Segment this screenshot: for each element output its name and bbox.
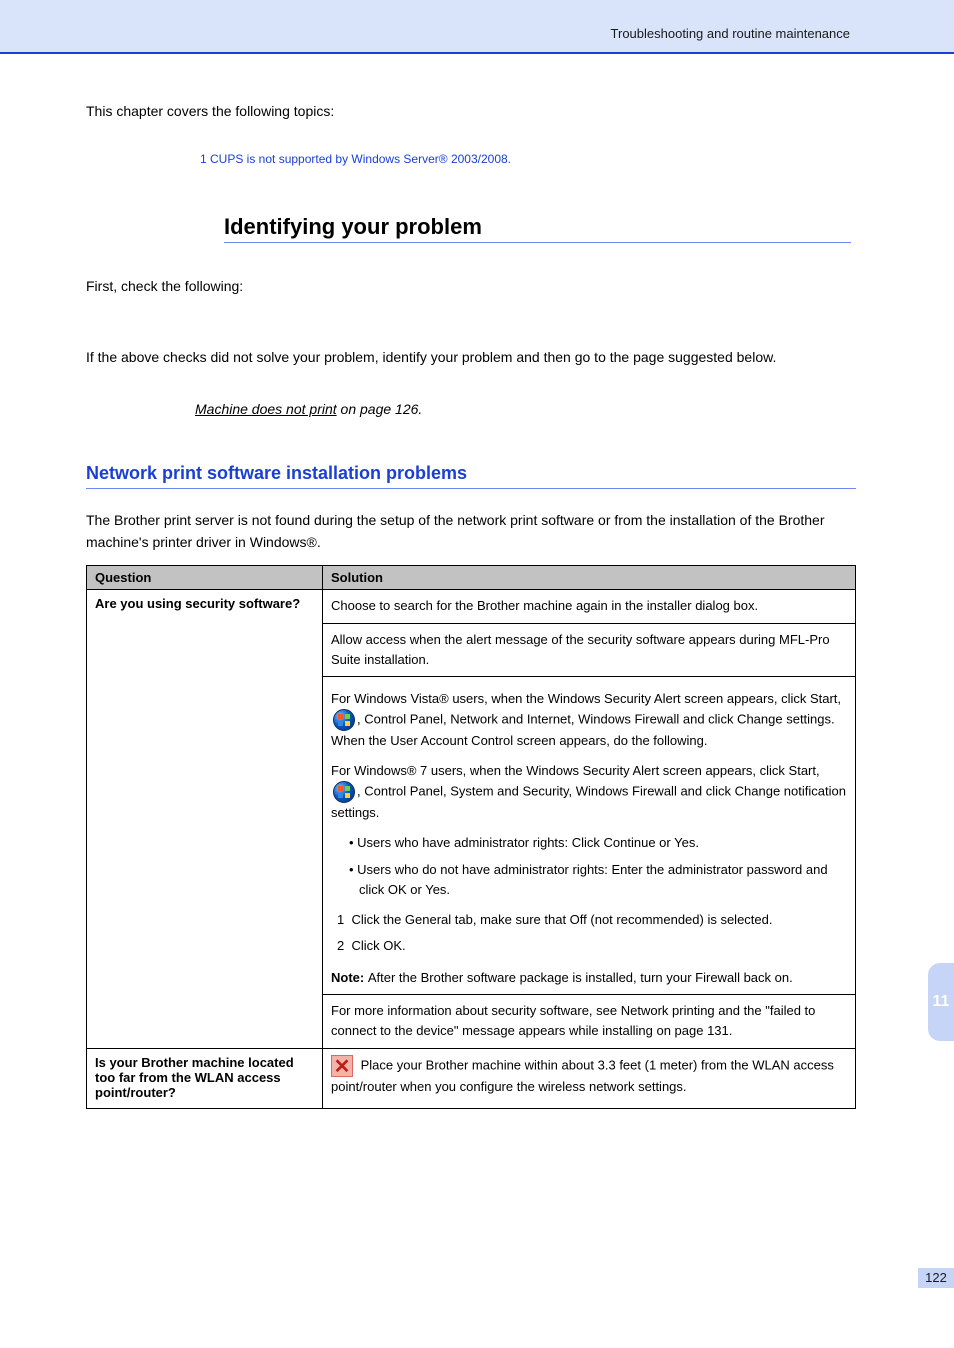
- table-row: Is your Brother machine located too far …: [87, 1048, 856, 1108]
- win7-line-1b: Control Panel, System and Security, Wind…: [331, 784, 846, 821]
- solution-text: Choose to search for the Brother machine…: [331, 596, 847, 616]
- section-xref: Machine does not print on page 126.: [195, 398, 856, 421]
- page-content: This chapter covers the following topics…: [86, 100, 856, 1109]
- table-row: Are you using security software? Choose …: [87, 590, 856, 623]
- subsection-title: Network print software installation prob…: [86, 463, 856, 489]
- vista-line-1: For Windows Vista® users, when the Windo…: [331, 691, 841, 706]
- subsection-intro: The Brother print server is not found du…: [86, 509, 856, 554]
- section-body: First, check the following: If the above…: [86, 275, 856, 420]
- solution-cell: For more information about security soft…: [323, 995, 856, 1048]
- solution-text: Allow access when the alert message of t…: [331, 630, 847, 670]
- section-line1: First, check the following:: [86, 275, 856, 298]
- step-item: 1 Click the General tab, make sure that …: [337, 910, 847, 930]
- page-number: 122: [918, 1268, 954, 1288]
- windows-orb-icon: [333, 709, 355, 731]
- section-line2: If the above checks did not solve your p…: [86, 346, 856, 369]
- bullet-item: • Users who do not have administrator ri…: [349, 860, 847, 900]
- error-x-icon: ✕: [331, 1055, 353, 1077]
- vista-line-1b: Control Panel, Network and Internet, Win…: [331, 711, 835, 748]
- solution-cell: Allow access when the alert message of t…: [323, 623, 856, 676]
- diagnostic-table: Question Solution Are you using security…: [86, 565, 856, 1108]
- win7-line-1: For Windows® 7 users, when the Windows S…: [331, 763, 820, 778]
- solution-cell: ✕ Place your Brother machine within abou…: [323, 1048, 856, 1108]
- question-title: Is your Brother machine located too far …: [95, 1055, 314, 1100]
- side-tab: 11: [928, 963, 954, 1041]
- step-item: 2 Click OK.: [337, 936, 847, 956]
- footnote-text: 1 CUPS is not supported by Windows Serve…: [200, 152, 511, 166]
- solution-cell: Choose to search for the Brother machine…: [323, 590, 856, 623]
- solution-text: Place your Brother machine within about …: [331, 1057, 834, 1094]
- question-cell: Are you using security software?: [87, 590, 323, 1048]
- page-header-text: Troubleshooting and routine maintenance: [611, 26, 850, 41]
- table-head-question: Question: [87, 566, 323, 590]
- intro-paragraph: This chapter covers the following topics…: [86, 100, 856, 122]
- windows-orb-icon: [333, 781, 355, 803]
- xref-underline: Machine does not print: [195, 401, 337, 417]
- bullet-item: • Users who have administrator rights: C…: [349, 833, 847, 853]
- solution-text: For more information about security soft…: [331, 1001, 847, 1041]
- section-title: Identifying your problem: [224, 214, 851, 243]
- question-cell: Is your Brother machine located too far …: [87, 1048, 323, 1108]
- intro-block: This chapter covers the following topics…: [86, 100, 856, 168]
- solution-cell: For Windows Vista® users, when the Windo…: [323, 676, 856, 994]
- table-head-solution: Solution: [323, 566, 856, 590]
- question-title: Are you using security software?: [95, 596, 314, 611]
- note-text: After the Brother software package is in…: [368, 970, 793, 985]
- xref-suffix: on page 126.: [337, 401, 423, 417]
